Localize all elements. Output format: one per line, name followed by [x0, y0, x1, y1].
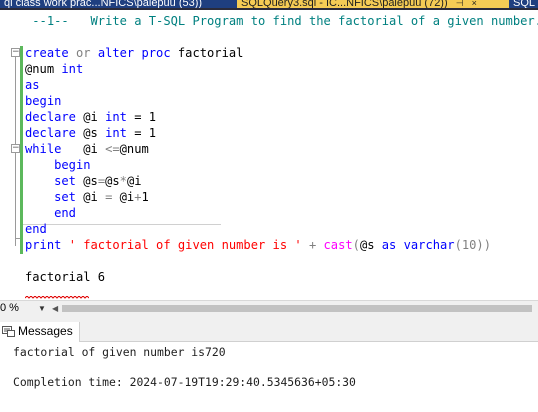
tab-sql[interactable]: SQL: [509, 0, 538, 8]
operator: (10)): [454, 238, 491, 252]
keyword: set: [25, 190, 76, 204]
document-tab-strip: ql class work prac...NFICS\palepuu (53))…: [0, 0, 538, 10]
operator: +: [301, 238, 324, 252]
operator: *: [119, 174, 127, 188]
query-editor[interactable]: − − --1-- Write a T-SQL Program to find …: [0, 10, 538, 300]
function-name: cast: [323, 238, 353, 252]
code-line: begin: [25, 157, 91, 173]
code-line: print ' factorial of given number is ' +…: [25, 237, 491, 253]
keyword: int: [61, 62, 84, 76]
completion-time-line: Completion time: 2024-07-19T19:29:40.534…: [13, 375, 356, 389]
collapse-icon[interactable]: −: [11, 144, 20, 153]
keyword: begin: [25, 158, 91, 172]
code-comment: --1-- Write a T-SQL Program to find the …: [25, 14, 538, 28]
identifier: @s: [75, 126, 106, 140]
code-line-comment: --1-- Write a T-SQL Program to find the …: [25, 13, 538, 29]
code-line: declare @i int = 1: [25, 109, 156, 125]
keyword: alter: [97, 46, 135, 60]
tab-label: SQL: [513, 0, 536, 8]
keyword: proc: [141, 46, 171, 60]
tab-label: SQLQuery3.sql - IC...NFICS\palepuu (72)): [241, 0, 448, 8]
operator: (: [352, 238, 360, 252]
messages-output[interactable]: factorial of given number is720 Completi…: [0, 342, 538, 412]
collapse-icon[interactable]: −: [11, 48, 20, 57]
keyword: end: [25, 222, 47, 236]
tab-label: Messages: [18, 324, 73, 338]
identifier: @s: [105, 174, 120, 188]
zoom-level-select[interactable]: 0 %: [0, 302, 19, 315]
pin-icon[interactable]: ⊣: [456, 0, 464, 8]
identifier: factorial: [170, 46, 244, 60]
keyword: begin: [25, 94, 62, 108]
identifier: @num: [119, 142, 149, 156]
chevron-down-icon[interactable]: ▼: [38, 302, 46, 315]
keyword: int: [105, 126, 127, 140]
keyword: end: [25, 206, 76, 220]
identifier: @i: [112, 190, 135, 204]
operator: =: [97, 174, 106, 188]
code-line: declare @s int = 1: [25, 125, 156, 141]
operator: +: [134, 190, 142, 204]
code-text: = 1: [126, 110, 157, 124]
keyword: create: [25, 46, 69, 60]
identifier: @num: [25, 62, 62, 76]
code-line: begin: [25, 93, 61, 109]
code-line: @num int: [25, 61, 83, 77]
identifier: @i: [61, 142, 106, 156]
identifier: factorial 6: [25, 270, 106, 284]
keyword: declare: [25, 126, 76, 140]
identifier: @s: [359, 238, 382, 252]
identifier: @i: [75, 110, 106, 124]
scroll-left-icon[interactable]: ◀: [52, 302, 58, 315]
code-line: create or alter proc factorial: [25, 45, 243, 61]
keyword: varchar: [403, 238, 455, 252]
identifier: @i: [75, 190, 106, 204]
editor-status-bar: 0 % ▼ ◀: [0, 300, 538, 316]
tab-label: ql class work prac...NFICS\palepuu (53)): [4, 0, 203, 8]
keyword: as: [25, 78, 40, 92]
keyword: as: [381, 238, 397, 252]
keyword: or: [68, 46, 98, 60]
message-line: factorial of given number is720: [13, 345, 226, 359]
keyword: print: [25, 238, 62, 252]
keyword: declare: [25, 110, 76, 124]
code-line: set @i = @i+1: [25, 189, 149, 205]
tab-messages[interactable]: Messages: [0, 322, 80, 342]
code-line: end: [25, 205, 76, 221]
horizontal-scrollbar[interactable]: [62, 305, 532, 312]
code-line: while @i <=@num: [25, 141, 149, 157]
keyword: while: [25, 142, 62, 156]
string-literal: ' factorial of given number is ': [68, 238, 302, 252]
identifier: @s: [75, 174, 98, 188]
code-line: end: [25, 221, 47, 237]
operator: <=: [105, 142, 120, 156]
change-tracking-bar: [20, 46, 23, 254]
tab-class-work[interactable]: ql class work prac...NFICS\palepuu (53)): [0, 0, 243, 8]
messages-icon: [2, 324, 15, 337]
outline-guide: [21, 224, 221, 225]
keyword: set: [25, 174, 76, 188]
results-tab-strip: Messages: [0, 322, 538, 342]
code-line: factorial 6: [25, 269, 105, 285]
close-icon[interactable]: ×: [472, 0, 477, 8]
code-line: as: [25, 77, 40, 93]
code-text: 1: [141, 190, 149, 204]
keyword: int: [105, 110, 127, 124]
identifier: @i: [126, 174, 142, 188]
error-squiggle: [25, 296, 89, 299]
tab-sqlquery3[interactable]: SQLQuery3.sql - IC...NFICS\palepuu (72))…: [237, 0, 515, 8]
code-line: set @s=@s*@i: [25, 173, 142, 189]
code-text: = 1: [126, 126, 157, 140]
